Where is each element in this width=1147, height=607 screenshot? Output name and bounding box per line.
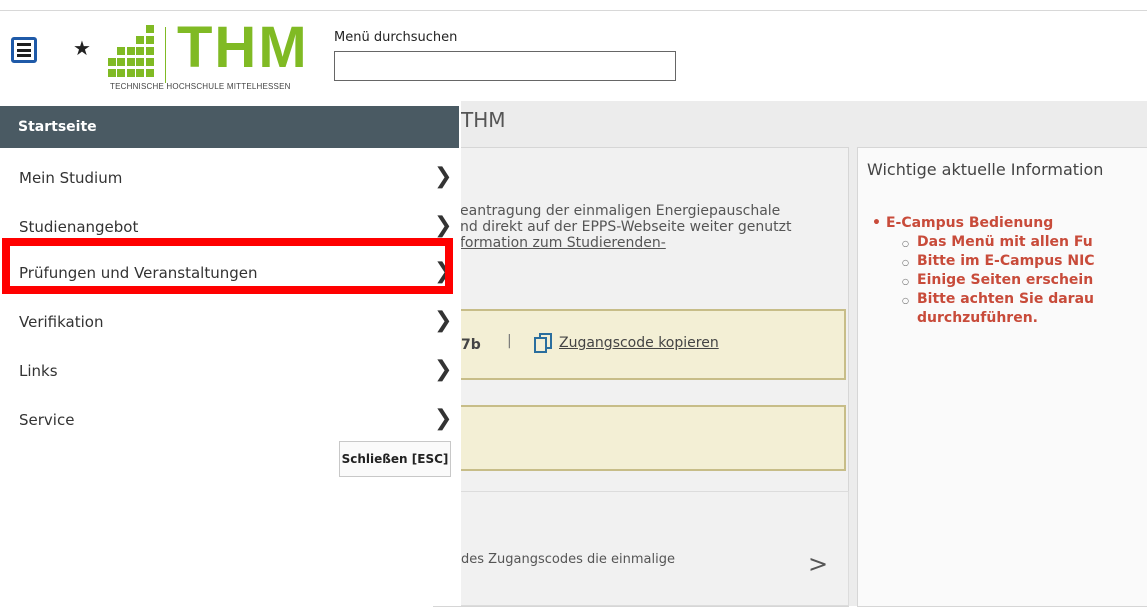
info-top-item[interactable]: E-Campus Bedienung (872, 214, 1095, 233)
menu-item-service[interactable]: Service ❯ (0, 398, 459, 440)
search-label: Menü durchsuchen (334, 30, 458, 45)
info-sub-item[interactable]: Einige Seiten erschein (872, 271, 1095, 291)
copy-icon (534, 333, 552, 353)
header: ★ THM TECHNISCHE HOCHSCHULE MITTELHESSEN… (0, 11, 1147, 101)
menu-item-label: Verifikation (19, 313, 104, 331)
lower-card-text: des Zugangscodes die einmalige (461, 552, 675, 567)
menu-item-studienangebot[interactable]: Studienangebot ❯ (0, 205, 459, 247)
menu-search-input[interactable] (334, 51, 676, 81)
card-text: eantragung der einmaligen Energiepauscha… (460, 203, 840, 251)
chevron-right-icon: ❯ (434, 357, 453, 382)
menu-item-label: Prüfungen und Veranstaltungen (19, 264, 258, 282)
notice-box (433, 405, 846, 471)
favorites-star-icon[interactable]: ★ (73, 38, 91, 58)
info-sub-item[interactable]: Das Menü mit allen Fu (872, 233, 1095, 253)
navigation-drawer: Startseite Mein Studium ❯ Studienangebot… (0, 101, 461, 606)
chevron-right-icon[interactable]: > (808, 550, 828, 578)
menu-item-label: Mein Studium (19, 169, 123, 187)
chevron-right-icon: ❯ (434, 308, 453, 333)
card-text-line: nd direkt auf der EPPS-Webseite weiter g… (460, 219, 792, 235)
info-sub-item[interactable]: Bitte achten Sie darau (872, 290, 1095, 310)
info-continuation: durchzuführen. (917, 310, 1038, 326)
info-list: E-Campus Bedienung Das Menü mit allen Fu… (872, 214, 1095, 328)
logo-wordmark: THM (177, 15, 309, 80)
lower-card[interactable] (433, 491, 849, 606)
copy-access-code-link[interactable]: Zugangscode kopieren (533, 332, 719, 354)
menu-item-mein-studium[interactable]: Mein Studium ❯ (0, 156, 459, 198)
menu-item-pruefungen-veranstaltungen[interactable]: Prüfungen und Veranstaltungen ❯ (0, 251, 459, 293)
logo-subtitle: TECHNISCHE HOCHSCHULE MITTELHESSEN (110, 82, 291, 91)
menu-item-label: Links (19, 362, 58, 380)
chevron-right-icon: ❯ (434, 213, 453, 238)
menu-item-links[interactable]: Links ❯ (0, 349, 459, 391)
info-sub-item[interactable]: Bitte im E-Campus NIC (872, 252, 1095, 272)
menu-toggle-button[interactable] (11, 37, 37, 63)
menu-item-verifikation[interactable]: Verifikation ❯ (0, 300, 459, 342)
chevron-right-icon: ❯ (434, 406, 453, 431)
close-menu-button[interactable]: Schließen [ESC] (339, 441, 451, 477)
thm-logo-icon (108, 25, 154, 77)
copy-access-code-label: Zugangscode kopieren (559, 335, 719, 351)
page-title: THM (461, 108, 506, 132)
drawer-header-startseite[interactable]: Startseite (0, 106, 459, 148)
access-code-value: 7b (461, 337, 481, 353)
menu-item-label: Service (19, 411, 75, 429)
student-info-link[interactable]: formation zum Studierenden- (460, 235, 840, 251)
info-title: Wichtige aktuelle Information (867, 160, 1104, 179)
card-text-line: eantragung der einmaligen Energiepauscha… (460, 203, 781, 219)
menu-item-label: Studienangebot (19, 218, 139, 236)
logo-separator (165, 27, 166, 83)
chevron-right-icon: ❯ (434, 164, 453, 189)
chevron-right-icon: ❯ (434, 259, 453, 284)
code-divider: | (507, 333, 512, 349)
